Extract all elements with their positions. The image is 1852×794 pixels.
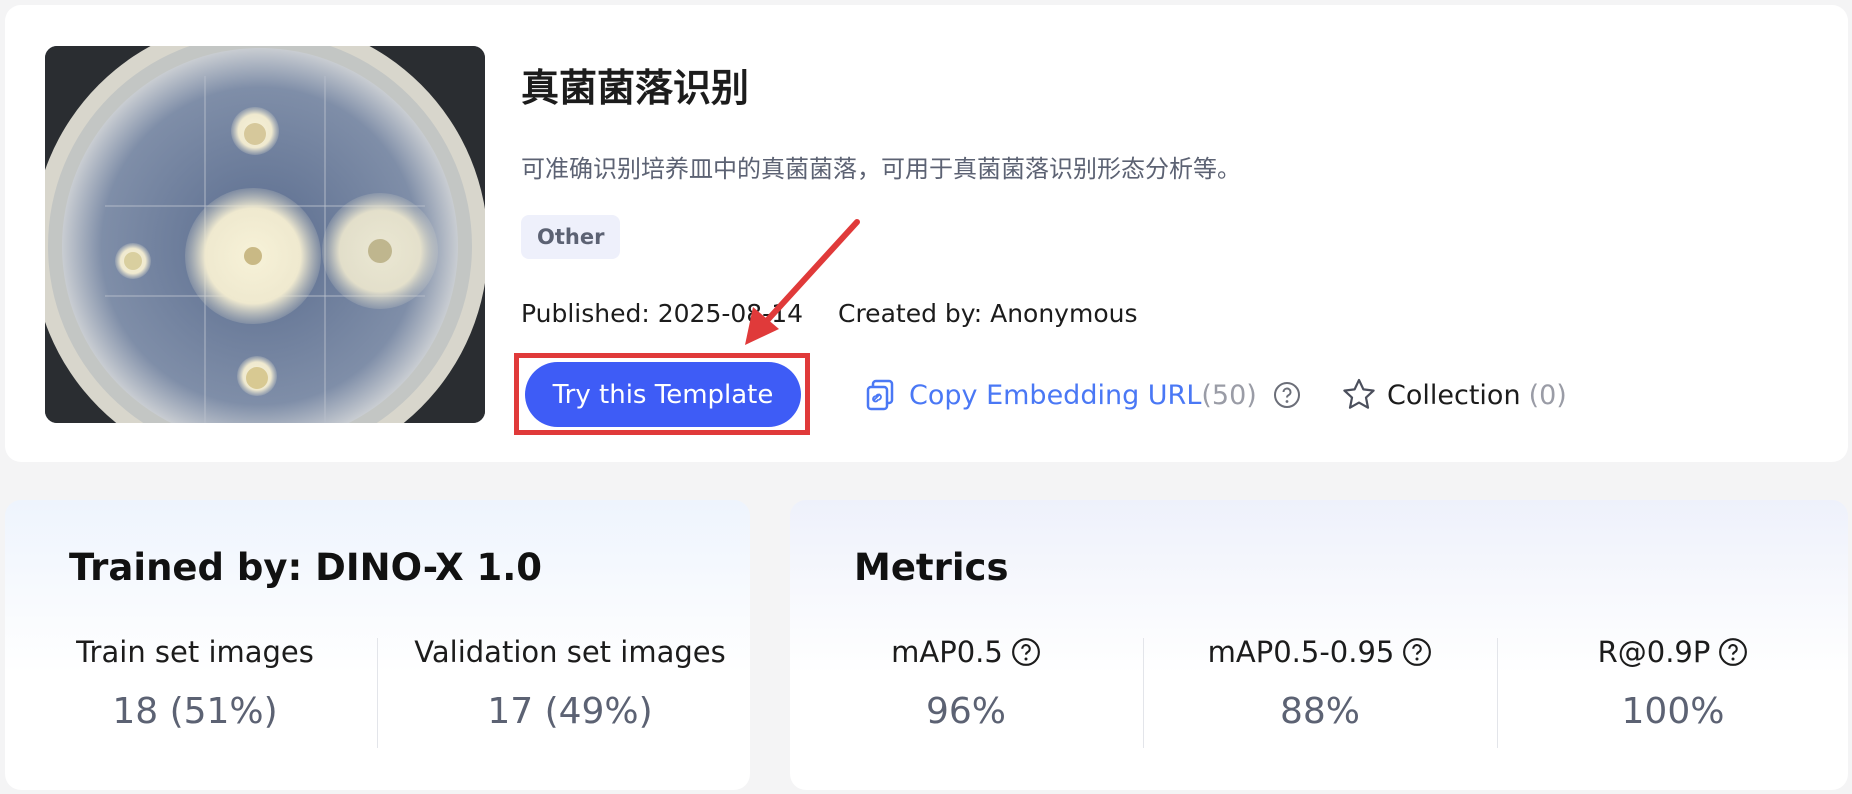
category-tag[interactable]: Other xyxy=(521,215,621,259)
validation-set-stat: Validation set images 17 (49%) xyxy=(395,635,745,732)
validation-set-label: Validation set images xyxy=(414,635,726,669)
copy-url-count: (50) xyxy=(1201,379,1257,411)
collection-count: (0) xyxy=(1528,379,1567,411)
metric-map50: mAP0.5 96% xyxy=(790,635,1142,732)
question-circle-icon[interactable] xyxy=(1273,381,1301,409)
metric-r-at-p: R@0.9P 100% xyxy=(1498,635,1848,732)
created-by: Created by: Anonymous xyxy=(838,299,1138,328)
try-template-button[interactable]: Try this Template xyxy=(525,362,801,427)
validation-set-value: 17 (49%) xyxy=(487,691,653,732)
train-set-value: 18 (51%) xyxy=(112,691,278,732)
metric-map50-95: mAP0.5-0.95 88% xyxy=(1144,635,1496,732)
template-description: 可准确识别培养皿中的真菌菌落，可用于真菌菌落识别形态分析等。 xyxy=(521,155,1241,183)
trained-by-title: Trained by: DINO-X 1.0 xyxy=(69,546,543,589)
training-card: Trained by: DINO-X 1.0 Train set images … xyxy=(5,500,750,790)
metric-value: 96% xyxy=(925,691,1006,732)
train-set-stat: Train set images 18 (51%) xyxy=(45,635,345,732)
metric-label: R@0.9P xyxy=(1597,635,1711,669)
copy-embedding-url-button[interactable]: Copy Embedding URL (50) xyxy=(865,375,1301,415)
train-set-label: Train set images xyxy=(76,635,314,669)
metric-value: 100% xyxy=(1621,691,1725,732)
copy-url-label: Copy Embedding URL xyxy=(909,379,1202,411)
question-circle-icon[interactable] xyxy=(1718,637,1748,667)
metrics-title: Metrics xyxy=(854,546,1009,589)
question-circle-icon[interactable] xyxy=(1402,637,1432,667)
metric-value: 88% xyxy=(1279,691,1360,732)
question-circle-icon[interactable] xyxy=(1011,637,1041,667)
collection-label: Collection xyxy=(1387,379,1521,411)
template-title: 真菌菌落识别 xyxy=(521,66,750,110)
collection-button[interactable]: Collection (0) xyxy=(1341,375,1567,415)
column-divider xyxy=(377,638,378,748)
metric-label: mAP0.5 xyxy=(891,635,1003,669)
metric-label: mAP0.5-0.95 xyxy=(1207,635,1395,669)
annotation-arrow-icon xyxy=(745,219,860,345)
star-outline-icon xyxy=(1343,378,1375,409)
template-thumbnail xyxy=(45,46,485,423)
petri-dish-image xyxy=(45,46,485,423)
template-header-card: 真菌菌落识别 可准确识别培养皿中的真菌菌落，可用于真菌菌落识别形态分析等。 Ot… xyxy=(5,5,1848,462)
copy-link-icon xyxy=(866,379,894,411)
metrics-card: Metrics mAP0.5 96% mAP0.5-0.95 88% R@0.9… xyxy=(790,500,1848,790)
